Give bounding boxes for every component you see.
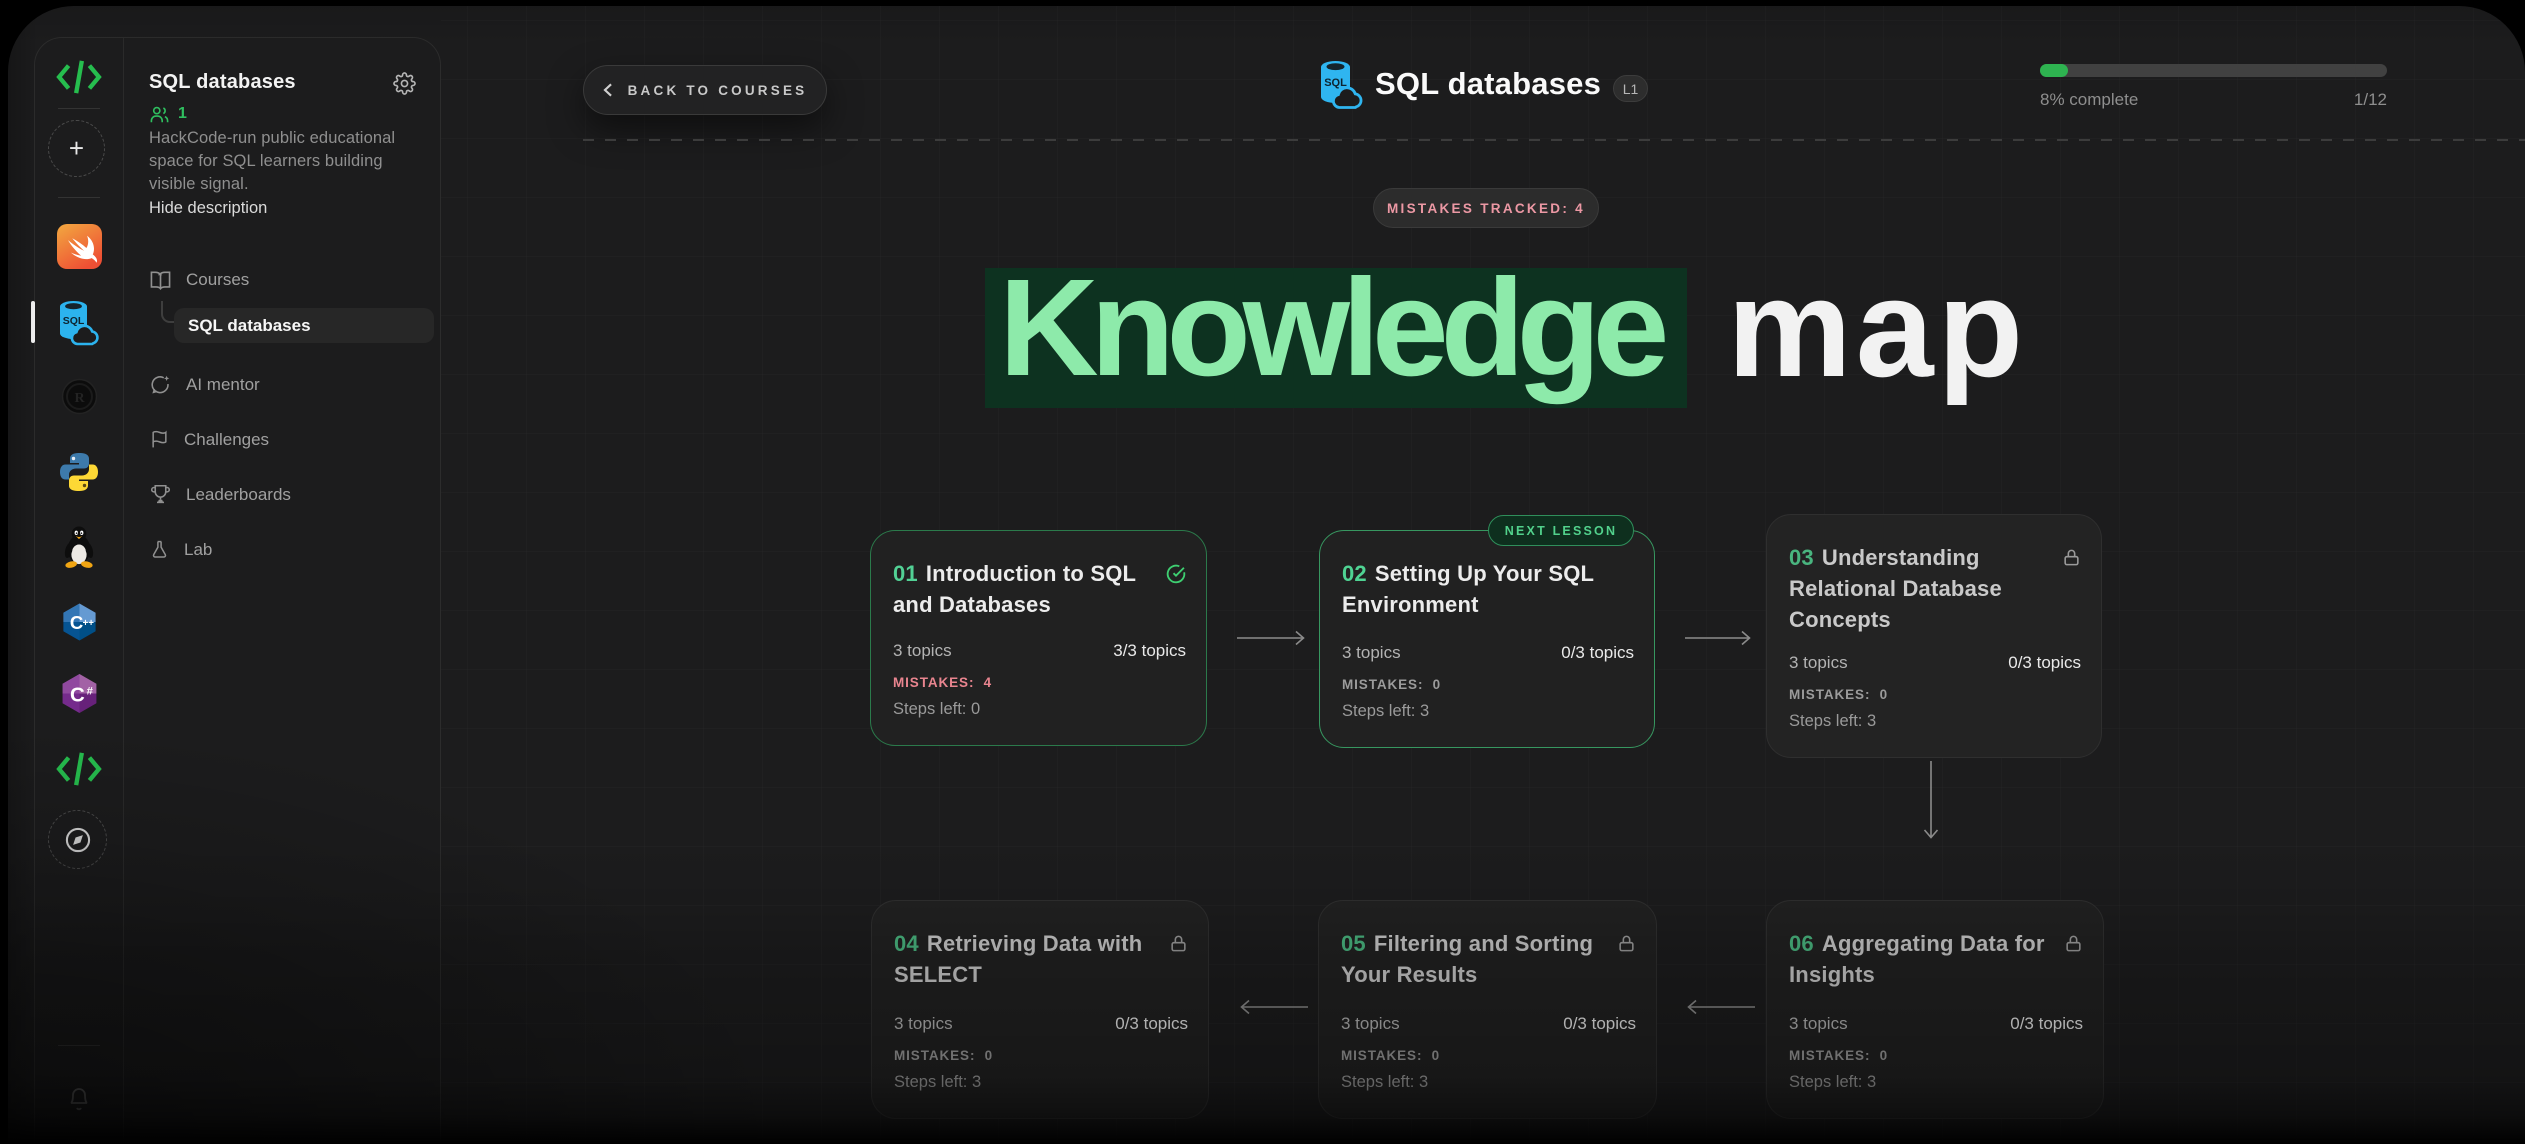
svg-text:#: #	[86, 686, 93, 698]
svg-text:R: R	[74, 391, 85, 406]
svg-text:C: C	[69, 612, 82, 633]
svg-text:++: ++	[82, 618, 94, 629]
svg-text:C: C	[70, 684, 85, 707]
